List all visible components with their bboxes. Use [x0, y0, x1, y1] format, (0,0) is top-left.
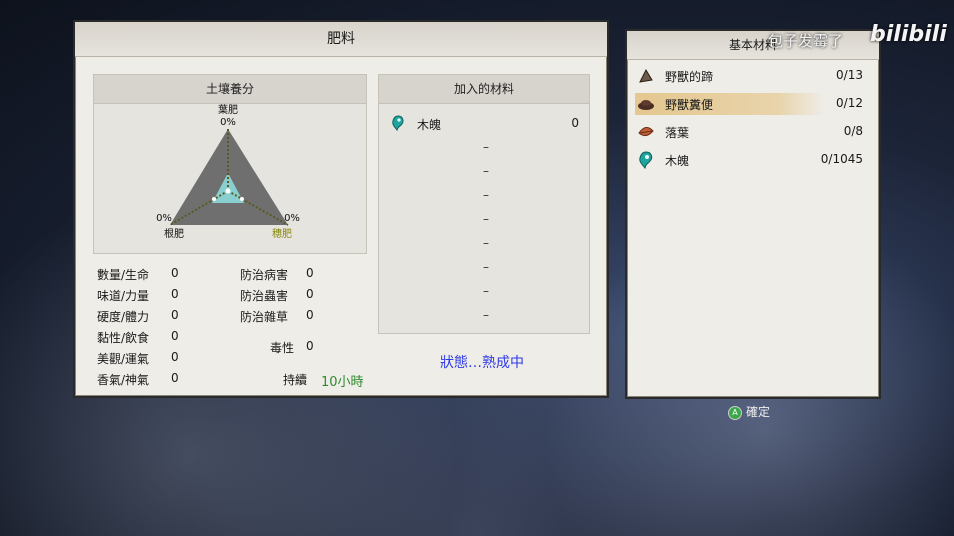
stat-hardness: 硬度/體力 0 [97, 308, 179, 324]
stat-quantity: 數量/生命 0 [97, 266, 179, 282]
stat-stickiness: 黏性/飲食 0 [97, 329, 179, 345]
stat-disease-control: 防治病害 0 [240, 266, 314, 282]
root-value: 0% [156, 213, 172, 224]
root-label: 根肥 [164, 227, 184, 240]
added-materials-panel: 加入的材料 木魄 0 – – – – – – – – [378, 74, 590, 334]
leaf-label: 葉肥 [218, 103, 238, 116]
stat-aroma: 香氣/神氣 0 [97, 371, 179, 387]
empty-slot[interactable]: – [483, 284, 489, 298]
base-item-hoof[interactable]: 野獸的蹄 0/13 [635, 65, 871, 87]
empty-slot[interactable]: – [483, 212, 489, 226]
a-button-icon: A [728, 405, 742, 420]
nutrient-triangle-chart: 葉肥 0% 0% 根肥 0% 穗肥 [156, 103, 300, 240]
watermark-text: 包子发霉了 [768, 32, 844, 50]
empty-slot[interactable]: – [483, 260, 489, 274]
fertilizer-panel: 肥料 土壤養分 葉肥 0% 0% 根肥 0% 穗肥 數量/生命 0 味道/力量 0 … [73, 20, 609, 398]
status-text: 狀態…熟成中 [440, 355, 524, 371]
added-materials-title: 加入的材料 [379, 75, 589, 104]
duration: 持續 10小時 [283, 373, 364, 390]
base-item-spirit[interactable]: 木魄 0/1045 [635, 149, 871, 171]
bilibili-logo: bilibili [870, 22, 947, 47]
empty-slot[interactable]: – [483, 164, 489, 178]
stat-weed-control: 防治雜草 0 [240, 308, 314, 324]
base-materials-panel: 基本材料 野獸的蹄 0/13 野獸糞便 0/12 落葉 0/8 木魄 0/104… [625, 29, 881, 399]
leaf-value: 0% [220, 117, 236, 128]
ear-value: 0% [284, 213, 300, 224]
panel-title: 肥料 [75, 22, 607, 57]
spirit-icon [639, 151, 653, 169]
empty-slot[interactable]: – [483, 308, 489, 322]
base-item-dung-count: 0/12 [836, 96, 863, 110]
leaves-icon [638, 127, 654, 137]
stat-pest-control: 防治蟲害 0 [240, 287, 314, 303]
stat-taste: 味道/力量 0 [97, 287, 179, 303]
soil-nutrients-title: 土壤養分 [94, 75, 366, 104]
empty-slot[interactable]: – [483, 140, 489, 154]
empty-slot[interactable]: – [483, 188, 489, 202]
stat-appearance: 美觀/運氣 0 [97, 350, 179, 366]
base-item-leaves[interactable]: 落葉 0/8 [635, 121, 871, 143]
added-material-row[interactable]: 木魄 0 [389, 115, 583, 135]
spirit-icon [392, 115, 404, 131]
added-material-name: 木魄 [417, 118, 442, 132]
ear-label: 穗肥 [272, 227, 292, 240]
empty-slot[interactable]: – [483, 236, 489, 250]
added-material-count: 0 [571, 116, 579, 130]
soil-nutrients-panel: 土壤養分 葉肥 0% 0% 根肥 0% 穗肥 [93, 74, 367, 254]
confirm-label: 確定 [746, 405, 771, 419]
hoof-icon [639, 68, 653, 83]
stat-toxicity: 毒性 0 [270, 339, 314, 355]
confirm-prompt[interactable]: A 確定 [728, 403, 770, 420]
